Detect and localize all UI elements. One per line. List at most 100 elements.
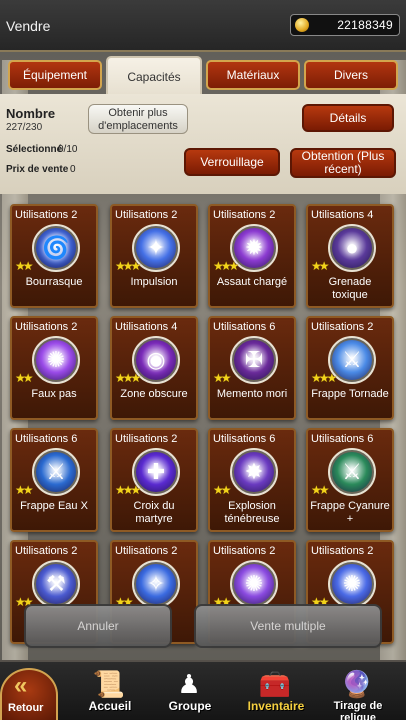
- ability-uses: Utilisations 2: [15, 321, 78, 333]
- ability-uses: Utilisations 6: [213, 433, 276, 445]
- ability-glyph: ✠: [244, 347, 264, 372]
- rarity-stars: ★★: [15, 371, 33, 385]
- details-button[interactable]: Détails: [302, 104, 394, 132]
- tab-equipment[interactable]: Équipement: [8, 60, 102, 90]
- back-label: Retour: [8, 702, 44, 714]
- tornado-strike-icon: ⚔: [328, 336, 376, 384]
- misstep-icon: ✺: [328, 560, 376, 608]
- ability-uses: Utilisations 4: [115, 321, 178, 333]
- ability-glyph: ◉: [146, 347, 166, 372]
- ability-glyph: ✚: [146, 459, 166, 484]
- ability-name: Impulsion: [130, 276, 178, 288]
- rarity-stars: ★★★: [115, 483, 141, 497]
- grenade-icon: ●: [328, 224, 376, 272]
- home-icon: 📜: [92, 669, 126, 699]
- ability-uses: Utilisations 4: [311, 209, 374, 221]
- misstep-icon: ✺: [32, 336, 80, 384]
- ability-glyph: ✺: [342, 571, 362, 596]
- screen-title: Vendre: [6, 18, 51, 34]
- party-icon: ♟: [177, 669, 201, 699]
- rarity-stars: ★★: [311, 259, 329, 273]
- tab-abilities[interactable]: Capacités: [106, 56, 202, 96]
- get-more-slots-button[interactable]: Obtenir plus d'emplacements: [88, 104, 188, 134]
- coin-icon: [295, 18, 309, 32]
- ability-glyph: ✧: [146, 571, 166, 596]
- gold-value: 22188349: [337, 18, 393, 32]
- ability-glyph: ⚔: [46, 459, 66, 484]
- nav-party[interactable]: ♟ Groupe: [150, 666, 230, 720]
- relic-draw-icon: 🔮: [340, 669, 374, 699]
- ability-uses: Utilisations 2: [15, 209, 78, 221]
- lock-button[interactable]: Verrouillage: [184, 148, 280, 176]
- ability-name: Frappe Tornade: [311, 388, 389, 400]
- rarity-stars: ★★: [15, 259, 33, 273]
- ability-card[interactable]: Utilisations 4 ● ★★ Grenade toxique: [306, 204, 394, 308]
- count-title: Nombre: [6, 106, 56, 121]
- ability-glyph: ✦: [146, 235, 166, 260]
- ability-card[interactable]: Utilisations 2 ⚔ ★★★ Frappe Tornade: [306, 316, 394, 420]
- rarity-stars: ★★: [15, 483, 33, 497]
- ability-name: Frappe Eau X: [20, 500, 88, 512]
- nav-inventory[interactable]: 🧰 Inventaire: [236, 666, 316, 720]
- back-arrow-icon: «: [14, 672, 28, 699]
- ability-uses: Utilisations 2: [115, 545, 178, 557]
- category-tabs: Équipement Capacités Matériaux Divers: [0, 56, 406, 96]
- back-button[interactable]: « Retour: [0, 668, 58, 720]
- gold-counter: 22188349: [290, 14, 400, 36]
- rarity-stars: ★★★: [115, 371, 141, 385]
- rarity-stars: ★★: [213, 371, 231, 385]
- ability-card[interactable]: Utilisations 2 ✚ ★★★ Croix du martyre: [110, 428, 198, 532]
- memento-mori-icon: ✠: [230, 336, 278, 384]
- water-strike-icon: ⚔: [32, 448, 80, 496]
- ability-uses: Utilisations 6: [15, 433, 78, 445]
- nav-home[interactable]: 📜 Accueil: [70, 666, 150, 720]
- ability-glyph: ✹: [244, 235, 264, 260]
- ability-name: Memento mori: [216, 388, 288, 400]
- rarity-stars: ★★★: [213, 259, 239, 273]
- ability-name: Zone obscure: [120, 388, 188, 400]
- ability-card[interactable]: Utilisations 6 ⚔ ★★ Frappe Cyanure +: [306, 428, 394, 532]
- ability-glyph: 🌀: [42, 235, 70, 260]
- spark-icon: ✧: [132, 560, 180, 608]
- ability-glyph: ✺: [244, 571, 264, 596]
- rarity-stars: ★★: [311, 483, 329, 497]
- selected-label: Sélectionné: [6, 144, 63, 155]
- sort-obtain-button[interactable]: Obtention (Plus récent): [290, 148, 396, 178]
- ability-uses: Utilisations 6: [311, 433, 374, 445]
- ability-card[interactable]: Utilisations 6 ⚔ ★★ Frappe Eau X: [10, 428, 98, 532]
- ability-name: Explosion ténébreuse: [224, 500, 280, 525]
- cancel-button[interactable]: Annuler: [24, 604, 172, 648]
- ability-card[interactable]: Utilisations 2 🌀 ★★ Bourrasque: [10, 204, 98, 308]
- ability-uses: Utilisations 2: [213, 545, 276, 557]
- ability-card[interactable]: Utilisations 2 ✦ ★★★ Impulsion: [110, 204, 198, 308]
- ability-glyph: ✸: [244, 459, 264, 484]
- dark-explosion-icon: ✸: [230, 448, 278, 496]
- ability-card[interactable]: Utilisations 6 ✸ ★★ Explosion ténébreuse: [208, 428, 296, 532]
- rarity-stars: ★★★: [115, 259, 141, 273]
- ability-card[interactable]: Utilisations 2 ✺ ★★ Faux pas: [10, 316, 98, 420]
- ability-card[interactable]: Utilisations 6 ✠ ★★ Memento mori: [208, 316, 296, 420]
- martyr-cross-icon: ✚: [132, 448, 180, 496]
- sale-price-value: 0: [70, 164, 76, 175]
- ability-name: Assaut chargé: [216, 276, 288, 288]
- whirlwind-icon: 🌀: [32, 224, 80, 272]
- count-value: 227/230: [6, 122, 43, 133]
- inventory-icon: 🧰: [258, 669, 292, 699]
- ability-card[interactable]: Utilisations 2 ✹ ★★★ Assaut chargé: [208, 204, 296, 308]
- dark-zone-icon: ◉: [132, 336, 180, 384]
- ability-uses: Utilisations 2: [213, 209, 276, 221]
- cyanide-strike-icon: ⚔: [328, 448, 376, 496]
- rarity-stars: ★★★: [311, 371, 337, 385]
- ability-uses: Utilisations 2: [115, 209, 178, 221]
- nav-inventory-label: Inventaire: [247, 699, 305, 713]
- ability-uses: Utilisations 2: [15, 545, 78, 557]
- ability-glyph: ●: [345, 235, 359, 260]
- ability-uses: Utilisations 2: [311, 321, 374, 333]
- multi-sell-button[interactable]: Vente multiple: [194, 604, 382, 648]
- nav-relic-draw[interactable]: 🔮 Tirage de relique: [318, 666, 398, 720]
- info-panel: Nombre 227/230 Obtenir plus d'emplacemen…: [0, 94, 406, 194]
- tab-materials[interactable]: Matériaux: [206, 60, 300, 90]
- tab-misc[interactable]: Divers: [304, 60, 398, 90]
- misstep-icon: ✺: [230, 560, 278, 608]
- ability-card[interactable]: Utilisations 4 ◉ ★★★ Zone obscure: [110, 316, 198, 420]
